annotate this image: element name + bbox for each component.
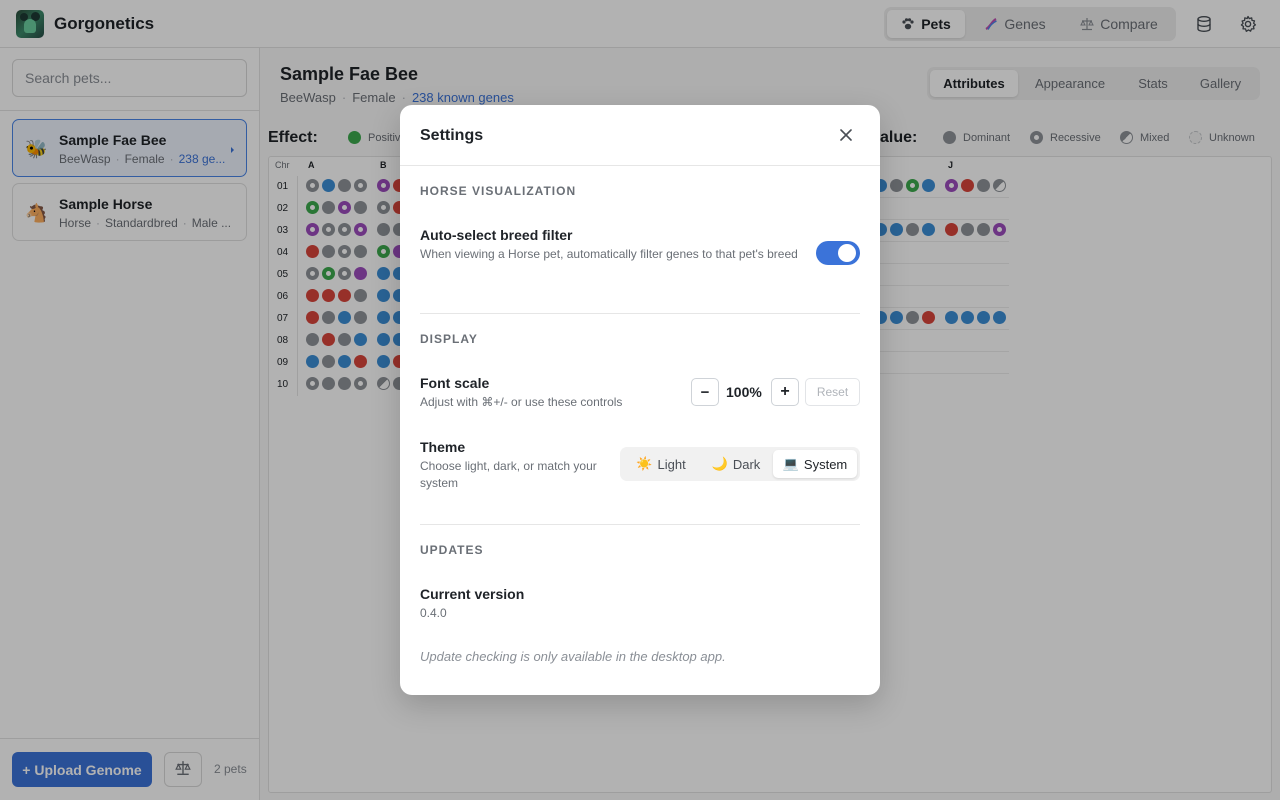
- font-scale-decrease-button[interactable]: −: [691, 378, 719, 406]
- auto-breed-label: Auto-select breed filter: [420, 227, 573, 243]
- section-display: DISPLAY: [420, 332, 478, 346]
- section-updates: UPDATES: [420, 543, 484, 557]
- settings-modal: Settings HORSE VISUALIZATION Auto-select…: [400, 105, 880, 695]
- plus-icon: +: [780, 383, 790, 400]
- minus-icon: −: [700, 383, 710, 401]
- theme-dark-option[interactable]: 🌙 Dark: [699, 450, 773, 478]
- divider: [400, 165, 880, 166]
- close-icon[interactable]: [838, 127, 854, 143]
- theme-label: Theme: [420, 439, 466, 455]
- section-horse-visualization: HORSE VISUALIZATION: [420, 184, 577, 198]
- auto-breed-desc: When viewing a Horse pet, automatically …: [420, 247, 798, 261]
- font-scale-reset-button[interactable]: Reset: [805, 378, 860, 406]
- font-scale-value: 100%: [726, 384, 762, 400]
- font-scale-label: Font scale: [420, 375, 490, 391]
- theme-selector: ☀️ Light 🌙 Dark 💻 System: [620, 447, 860, 481]
- divider: [420, 524, 860, 525]
- modal-title: Settings: [420, 127, 484, 144]
- font-scale-desc: Adjust with ⌘+/- or use these controls: [420, 395, 623, 409]
- version-label: Current version: [420, 586, 525, 602]
- theme-system-option[interactable]: 💻 System: [773, 450, 857, 478]
- update-note: Update checking is only available in the…: [420, 649, 726, 664]
- divider: [420, 313, 860, 314]
- sun-icon: ☀️: [636, 456, 653, 471]
- theme-light-option[interactable]: ☀️ Light: [623, 450, 699, 478]
- theme-desc: Choose light, dark, or match your system: [420, 459, 597, 490]
- version-value: 0.4.0: [420, 606, 447, 620]
- font-scale-increase-button[interactable]: +: [771, 378, 799, 406]
- auto-breed-toggle[interactable]: [816, 241, 860, 265]
- moon-icon: 🌙: [711, 456, 728, 471]
- laptop-icon: 💻: [782, 456, 799, 471]
